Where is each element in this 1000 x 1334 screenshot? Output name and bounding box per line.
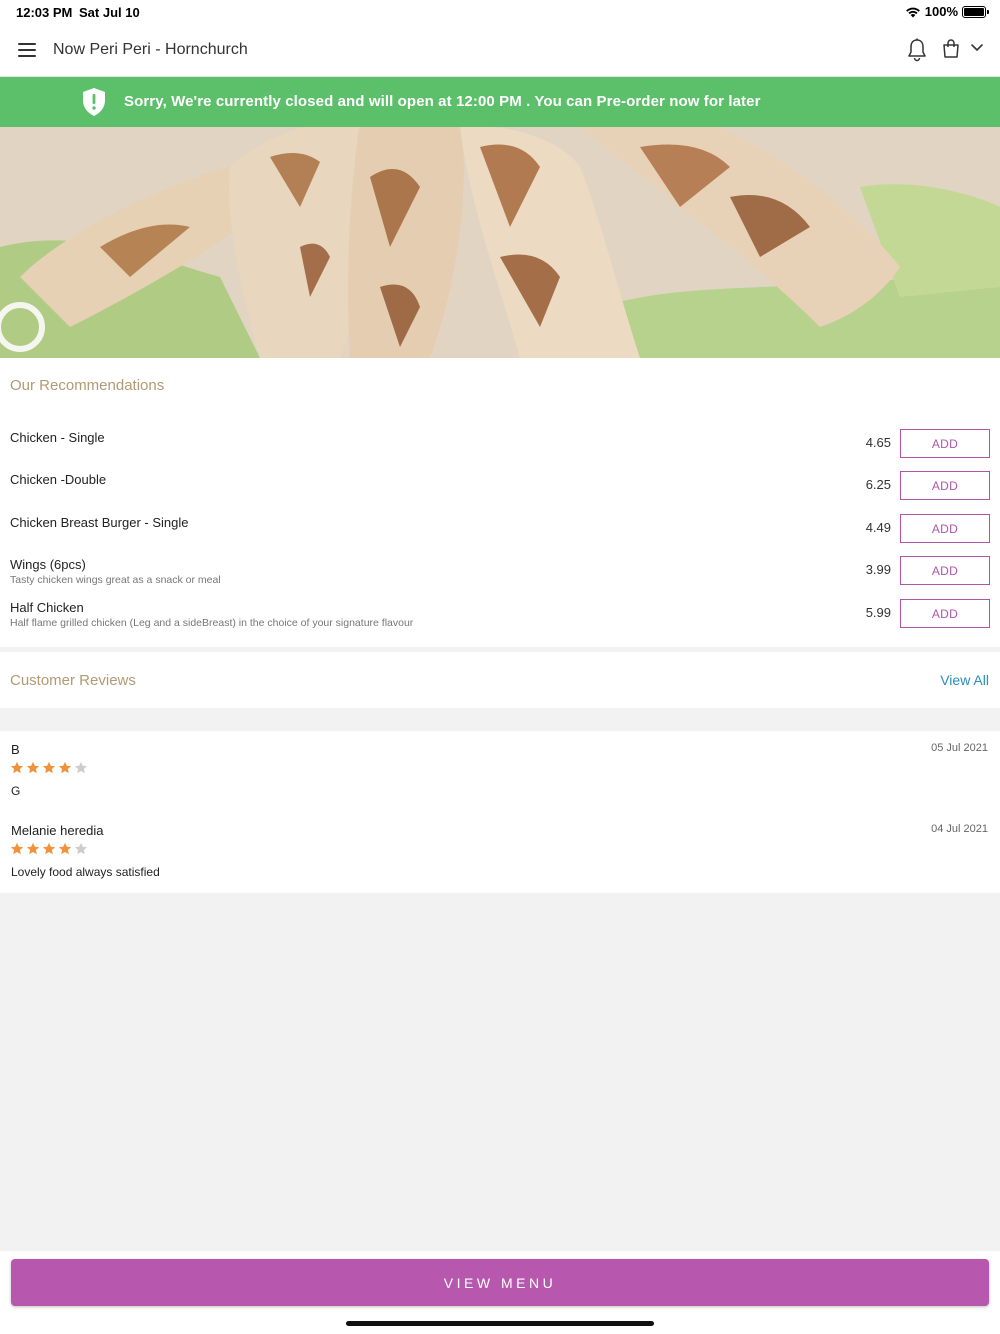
star-icon	[74, 761, 88, 774]
view-menu-button[interactable]: VIEW MENU	[11, 1259, 989, 1306]
shield-alert-icon	[83, 88, 105, 116]
item-name: Half Chicken	[10, 600, 84, 615]
reviewer-name: B	[11, 742, 20, 757]
review-date: 05 Jul 2021	[931, 742, 988, 754]
status-time: 12:03 PM	[16, 5, 73, 20]
nav-bar: Now Peri Peri - Hornchurch	[0, 24, 1000, 77]
status-right: 100%	[905, 4, 989, 19]
recommendations-section: Our Recommendations Chicken - Single 4.6…	[0, 358, 1000, 647]
star-rating	[10, 761, 88, 775]
add-button[interactable]: ADD	[900, 429, 990, 458]
review-text: Lovely food always satisfied	[11, 865, 160, 879]
item-name: Chicken -Double	[10, 472, 107, 487]
review-date: 04 Jul 2021	[931, 823, 988, 835]
bag-icon[interactable]	[942, 39, 960, 59]
star-icon	[58, 761, 72, 774]
add-button[interactable]: ADD	[900, 556, 990, 585]
add-button[interactable]: ADD	[900, 599, 990, 628]
star-icon	[42, 761, 56, 774]
view-all-link[interactable]: View All	[940, 672, 989, 688]
home-indicator	[346, 1321, 654, 1326]
item-price: 4.65	[865, 435, 891, 450]
recommendations-title: Our Recommendations	[10, 377, 165, 394]
reviews-title: Customer Reviews	[10, 672, 136, 689]
item-description: Half flame grilled chicken (Leg and a si…	[10, 617, 414, 629]
item-price: 3.99	[865, 562, 891, 577]
star-rating	[10, 842, 88, 856]
chevron-down-icon[interactable]	[970, 43, 984, 53]
closed-banner: Sorry, We're currently closed and will o…	[0, 77, 1000, 127]
reviews-list: B 05 Jul 2021 G Melanie heredia 04 Jul 2…	[0, 731, 1000, 893]
star-icon	[74, 842, 88, 855]
star-icon	[10, 761, 24, 774]
review-text: G	[11, 784, 21, 798]
status-bar: 12:03 PM Sat Jul 10 100%	[0, 0, 1000, 24]
item-price: 4.49	[865, 520, 891, 535]
item-name: Chicken Breast Burger - Single	[10, 515, 189, 530]
hero-image	[0, 127, 1000, 358]
star-icon	[10, 842, 24, 855]
item-name: Chicken - Single	[10, 430, 105, 445]
item-description: Tasty chicken wings great as a snack or …	[10, 574, 221, 586]
add-button[interactable]: ADD	[900, 471, 990, 500]
item-price: 6.25	[865, 477, 891, 492]
bell-icon[interactable]	[907, 38, 927, 62]
star-icon	[26, 761, 40, 774]
menu-icon[interactable]	[18, 43, 36, 57]
battery-percent: 100%	[924, 4, 958, 19]
star-icon	[58, 842, 72, 855]
item-price: 5.99	[865, 605, 891, 620]
battery-icon	[962, 5, 989, 18]
item-name: Wings (6pcs)	[10, 557, 86, 572]
status-date: Sat Jul 10	[79, 5, 140, 20]
add-button[interactable]: ADD	[900, 514, 990, 543]
wifi-icon	[905, 7, 920, 17]
banner-text: Sorry, We're currently closed and will o…	[124, 93, 761, 110]
page-title: Now Peri Peri - Hornchurch	[53, 41, 248, 58]
star-icon	[26, 842, 40, 855]
reviews-header: Customer Reviews View All	[0, 652, 1000, 708]
reviewer-name: Melanie heredia	[11, 823, 104, 838]
star-icon	[42, 842, 56, 855]
